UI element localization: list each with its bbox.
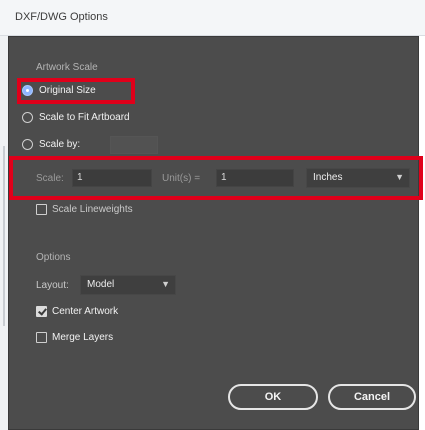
unit-select-value: Inches bbox=[313, 172, 343, 183]
scale-to-fit-artboard-radio[interactable] bbox=[22, 112, 33, 123]
scale-to-fit-artboard-label[interactable]: Scale to Fit Artboard bbox=[39, 112, 130, 123]
scale-lineweights-label[interactable]: Scale Lineweights bbox=[52, 204, 133, 215]
units-label: Unit(s) = bbox=[162, 173, 201, 184]
left-edge-stripe bbox=[3, 146, 5, 326]
layout-select-value: Model bbox=[87, 279, 115, 290]
window-title: DXF/DWG Options bbox=[15, 11, 108, 23]
options-group-label: Options bbox=[36, 252, 71, 263]
artwork-scale-group-label: Artwork Scale bbox=[36, 62, 98, 73]
scale-lineweights-checkbox[interactable] bbox=[36, 204, 47, 215]
scale-by-field[interactable] bbox=[110, 136, 158, 154]
original-size-radio[interactable] bbox=[22, 85, 33, 96]
unit-select[interactable]: Inches ▼ bbox=[306, 168, 410, 188]
chevron-down-icon: ▼ bbox=[161, 279, 170, 289]
layout-label: Layout: bbox=[36, 280, 69, 291]
cancel-button[interactable]: Cancel bbox=[328, 384, 416, 410]
units-input[interactable]: 1 bbox=[216, 169, 294, 187]
merge-layers-label[interactable]: Merge Layers bbox=[52, 332, 113, 343]
center-artwork-label[interactable]: Center Artwork bbox=[52, 306, 118, 317]
center-artwork-checkbox[interactable] bbox=[36, 306, 47, 317]
left-edge bbox=[0, 36, 8, 430]
chevron-down-icon: ▼ bbox=[395, 172, 404, 182]
original-size-label[interactable]: Original Size bbox=[39, 85, 96, 96]
ok-button[interactable]: OK bbox=[228, 384, 318, 410]
layout-select[interactable]: Model ▼ bbox=[80, 275, 176, 295]
scale-input[interactable]: 1 bbox=[72, 169, 152, 187]
merge-layers-checkbox[interactable] bbox=[36, 332, 47, 343]
scale-by-label[interactable]: Scale by: bbox=[39, 139, 80, 150]
title-bar: DXF/DWG Options bbox=[0, 0, 425, 36]
scale-label: Scale: bbox=[36, 173, 64, 184]
scale-by-radio[interactable] bbox=[22, 139, 33, 150]
